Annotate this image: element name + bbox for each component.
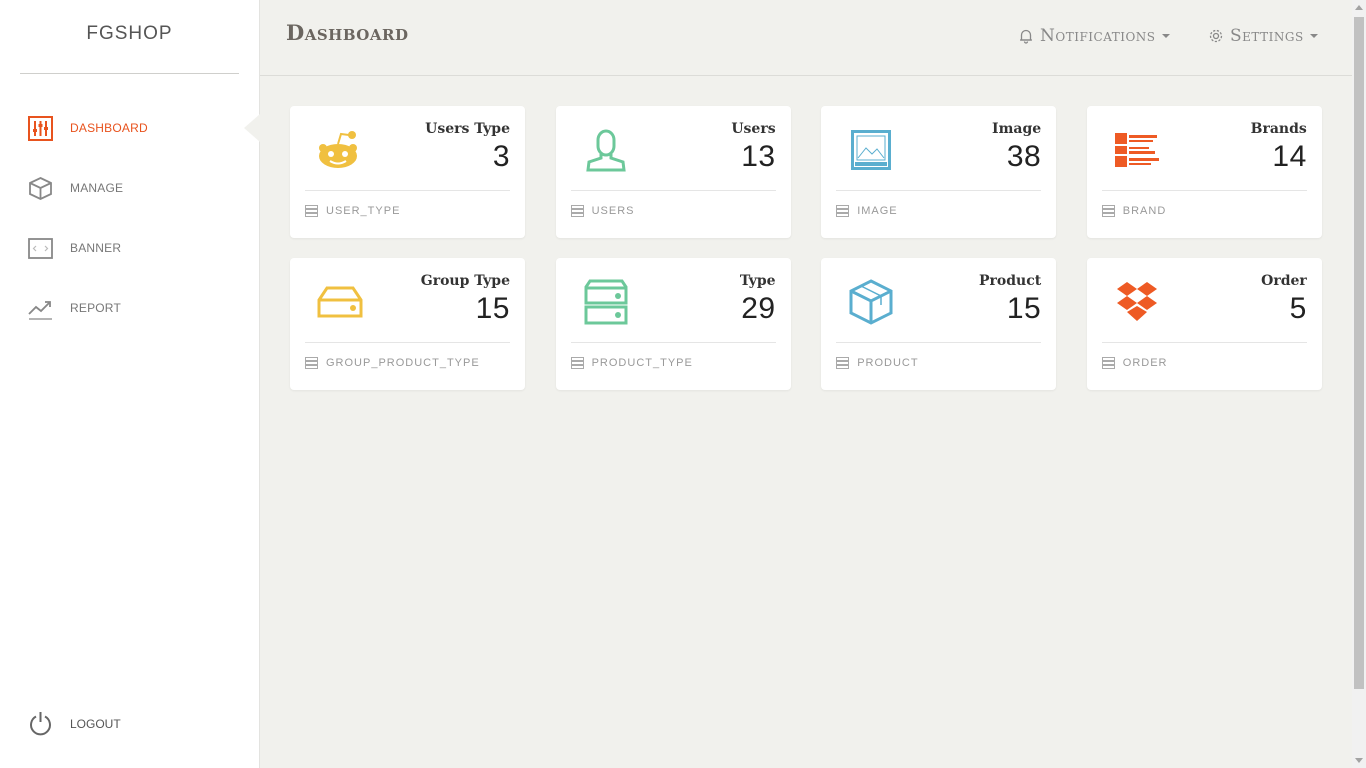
card-footer-link[interactable]: PRODUCT_TYPE — [570, 357, 693, 369]
scrollbar-thumb[interactable] — [1354, 17, 1364, 689]
card-group-type[interactable]: Group Type 15 GROUP_PRODUCT_TYPE — [290, 258, 525, 390]
scroll-down-arrow-icon[interactable] — [1355, 758, 1363, 763]
logout-label: LOGOUT — [70, 716, 121, 731]
brand-logo[interactable]: FGSHOP — [20, 0, 239, 74]
gear-icon — [1209, 29, 1223, 43]
card-link-label: PRODUCT_TYPE — [591, 357, 693, 369]
sidebar-item-banner[interactable]: BANNER — [0, 218, 259, 278]
sidebar-item-manage[interactable]: MANAGE — [0, 158, 259, 218]
card-count: 3 — [492, 140, 510, 173]
card-divider — [1101, 190, 1307, 191]
sidebar-item-label: REPORT — [70, 301, 121, 315]
card-count: 5 — [1289, 292, 1307, 325]
trend-icon — [28, 296, 53, 321]
cube-icon — [847, 278, 895, 326]
card-title: Users — [731, 121, 776, 137]
card-count: 14 — [1272, 140, 1307, 173]
card-divider — [1101, 342, 1307, 343]
sidebar-nav: DASHBOARD MANAGE BANNER REPORT — [0, 98, 260, 338]
card-users-type[interactable]: Users Type 3 USER_TYPE — [290, 106, 525, 238]
logout-button[interactable]: LOGOUT — [28, 711, 121, 736]
card-footer-link[interactable]: IMAGE — [836, 205, 897, 217]
sidebar-item-label: BANNER — [70, 241, 122, 255]
settings-label: Settings — [1230, 26, 1304, 46]
database-icon — [570, 357, 584, 369]
sidebar-item-report[interactable]: REPORT — [0, 278, 259, 338]
database-icon — [305, 205, 318, 217]
card-divider — [570, 342, 776, 343]
card-count: 15 — [475, 292, 510, 325]
card-link-label: BRAND — [1122, 205, 1167, 217]
card-footer-link[interactable]: ORDER — [1101, 357, 1168, 369]
card-count: 13 — [741, 140, 776, 173]
database-icon — [836, 357, 850, 369]
card-order[interactable]: Order 5 ORDER — [1086, 258, 1322, 390]
card-footer-link[interactable]: PRODUCT — [836, 357, 918, 369]
drive-icon — [316, 278, 364, 326]
settings-dropdown[interactable]: Settings — [1208, 26, 1318, 46]
card-count: 29 — [741, 292, 776, 325]
card-link-label: PRODUCT — [857, 357, 919, 369]
reddit-icon — [316, 126, 364, 174]
card-divider — [305, 190, 510, 191]
card-image[interactable]: Image 38 IMAGE — [821, 106, 1057, 238]
card-title: Users Type — [425, 121, 510, 137]
card-footer-link[interactable]: USERS — [570, 205, 635, 217]
card-brands[interactable]: Brands 14 BRAND — [1086, 106, 1322, 238]
sidebar-item-dashboard[interactable]: DASHBOARD — [0, 98, 260, 158]
brands-icon — [1113, 126, 1161, 174]
card-footer-link[interactable]: BRAND — [1101, 205, 1167, 217]
card-link-label: ORDER — [1122, 357, 1168, 369]
card-count: 38 — [1006, 140, 1042, 173]
page-title: Dashboard — [286, 20, 409, 45]
card-divider — [836, 190, 1042, 191]
card-title: Image — [992, 121, 1042, 137]
dropbox-icon — [1113, 278, 1161, 326]
chevron-down-icon — [1309, 34, 1318, 38]
database-icon — [305, 357, 318, 369]
box-icon — [28, 176, 53, 201]
notifications-dropdown[interactable]: Notifications — [1018, 26, 1170, 46]
sidebar-item-label: MANAGE — [70, 181, 124, 195]
power-icon — [28, 711, 53, 736]
card-link-label: GROUP_PRODUCT_TYPE — [326, 357, 480, 369]
card-link-label: USERS — [591, 205, 635, 217]
dashboard-cards: Users Type 3 USER_TYPE Users 13 USERS Im… — [290, 106, 1322, 390]
card-link-label: USER_TYPE — [326, 205, 401, 217]
card-users[interactable]: Users 13 USERS — [555, 106, 791, 238]
database-icon — [570, 205, 584, 217]
sliders-icon — [28, 115, 53, 141]
card-title: Order — [1261, 273, 1307, 289]
scroll-up-arrow-icon[interactable] — [1355, 5, 1363, 10]
user-icon — [582, 126, 630, 174]
code-window-icon — [28, 236, 53, 261]
card-footer-link[interactable]: USER_TYPE — [305, 205, 400, 217]
card-divider — [836, 342, 1042, 343]
top-header: Dashboard Notifications Settings — [260, 0, 1352, 76]
bell-icon — [1020, 29, 1032, 44]
card-divider — [570, 190, 776, 191]
page-scrollbar[interactable] — [1352, 0, 1366, 768]
chevron-down-icon — [1161, 34, 1170, 38]
database-icon — [1101, 357, 1115, 369]
sidebar: FGSHOP DASHBOARD MANAGE BANNER REPORT LO… — [0, 0, 260, 768]
card-divider — [305, 342, 510, 343]
card-type[interactable]: Type 29 PRODUCT_TYPE — [555, 258, 791, 390]
card-title: Type — [739, 273, 776, 289]
card-title: Brands — [1250, 121, 1307, 137]
sidebar-item-label: DASHBOARD — [70, 121, 148, 135]
notifications-label: Notifications — [1040, 26, 1156, 46]
database-icon — [1101, 205, 1115, 217]
server-icon — [582, 278, 630, 326]
database-icon — [836, 205, 850, 217]
card-title: Product — [978, 273, 1042, 289]
image-icon — [847, 126, 895, 174]
card-product[interactable]: Product 15 PRODUCT — [821, 258, 1057, 390]
card-title: Group Type — [420, 273, 510, 289]
card-count: 15 — [1006, 292, 1042, 325]
card-link-label: IMAGE — [857, 205, 898, 217]
card-footer-link[interactable]: GROUP_PRODUCT_TYPE — [305, 357, 480, 369]
